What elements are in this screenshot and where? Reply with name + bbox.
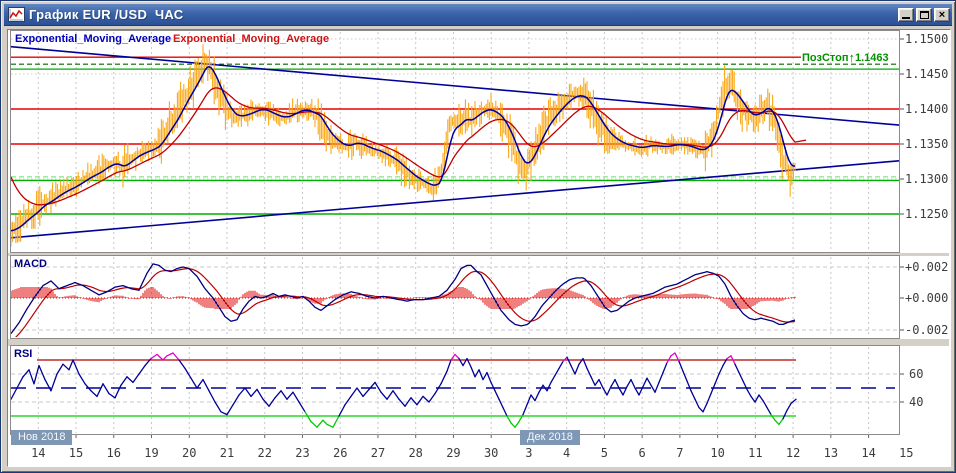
x-axis-label: 12: [785, 446, 801, 460]
x-axis-label: 30: [483, 446, 499, 460]
price-axis-label: 1.1450: [905, 67, 949, 81]
x-axis-label: 21: [219, 446, 235, 460]
x-axis-label: 29: [446, 446, 461, 460]
x-axis-label: 11: [748, 446, 763, 460]
month-label-dec: Дек 2018: [520, 430, 580, 445]
x-axis-label: 13: [823, 446, 839, 460]
macd-axis-label: +0.002: [905, 260, 949, 274]
chart-canvas[interactable]: [1, 1, 956, 473]
x-axis-label: 20: [182, 446, 197, 460]
x-axis-label: 27: [370, 446, 386, 460]
price-axis-label: 1.1400: [905, 102, 949, 116]
macd-axis-label: +0.000: [905, 291, 949, 305]
price-axis-label: 1.1250: [905, 207, 949, 221]
x-axis-label: 14: [861, 446, 876, 460]
rsi-axis-label: 40: [909, 395, 924, 409]
up-arrow-icon: ↑: [848, 50, 856, 65]
x-axis-label: 7: [676, 446, 684, 460]
x-axis-label: 19: [144, 446, 159, 460]
price-axis-label: 1.1500: [905, 32, 949, 46]
price-axis-label: 1.1300: [905, 172, 949, 186]
x-axis-label: 4: [563, 446, 571, 460]
x-axis-label: 28: [408, 446, 423, 460]
rsi-axis-label: 60: [909, 367, 924, 381]
app-window: График EUR /USD ЧАС × Exponential_Moving…: [0, 0, 956, 473]
x-axis-label: 15: [899, 446, 914, 460]
x-axis-label: 14: [31, 446, 46, 460]
legend-ema-red: Exponential_Moving_Average: [173, 33, 330, 45]
price-axis-label: 1.1350: [905, 137, 949, 151]
pos-stop-value: 1.1463: [855, 52, 889, 64]
rsi-panel-label: RSI: [14, 348, 33, 360]
x-axis-label: 10: [710, 446, 725, 460]
x-axis-label: 22: [257, 446, 272, 460]
month-label-nov: Нов 2018: [11, 430, 73, 445]
x-axis-label: 16: [106, 446, 121, 460]
x-axis-label: 23: [295, 446, 310, 460]
x-axis-label: 26: [332, 446, 348, 460]
x-axis-label: 15: [68, 446, 84, 460]
x-axis-label: 6: [638, 446, 646, 460]
position-stop-label: ПозСтоп↑1.1463: [802, 49, 889, 65]
legend-ema-blue: Exponential_Moving_Average: [15, 33, 172, 45]
x-axis-label: 3: [525, 446, 533, 460]
macd-axis-label: -0.002: [905, 323, 949, 337]
macd-panel-label: MACD: [14, 258, 47, 270]
pos-stop-text: ПозСтоп: [802, 52, 849, 64]
x-axis-label: 5: [600, 446, 608, 460]
